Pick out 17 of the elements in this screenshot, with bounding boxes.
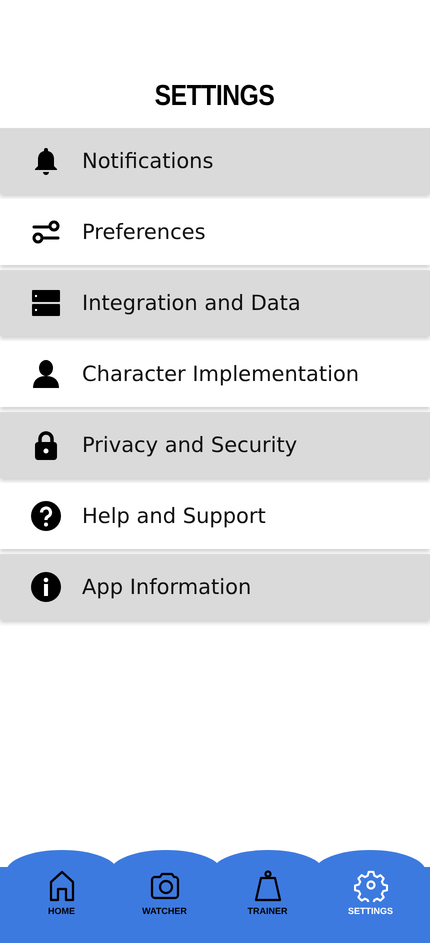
nav-tab[interactable]: SETTINGS — [319, 868, 422, 916]
settings-item[interactable]: Notifications — [0, 128, 430, 194]
settings-item[interactable]: Help and Support — [0, 483, 430, 549]
settings-item[interactable]: Integration and Data — [0, 270, 430, 336]
settings-item[interactable]: Preferences — [0, 199, 430, 265]
person-icon — [30, 358, 62, 390]
help-icon — [30, 500, 62, 532]
info-icon — [30, 571, 62, 603]
nav-tab[interactable]: HOME — [10, 868, 113, 916]
gear-icon — [354, 868, 388, 902]
settings-item[interactable]: Privacy and Security — [0, 412, 430, 478]
server-icon — [30, 287, 62, 319]
nav-tab[interactable]: WATCHER — [113, 868, 216, 916]
page-title: SETTINGS — [155, 79, 275, 114]
settings-item[interactable]: App Information — [0, 554, 430, 620]
settings-item[interactable]: Character Implementation — [0, 341, 430, 407]
nav-tab[interactable]: TRAINER — [216, 868, 319, 916]
